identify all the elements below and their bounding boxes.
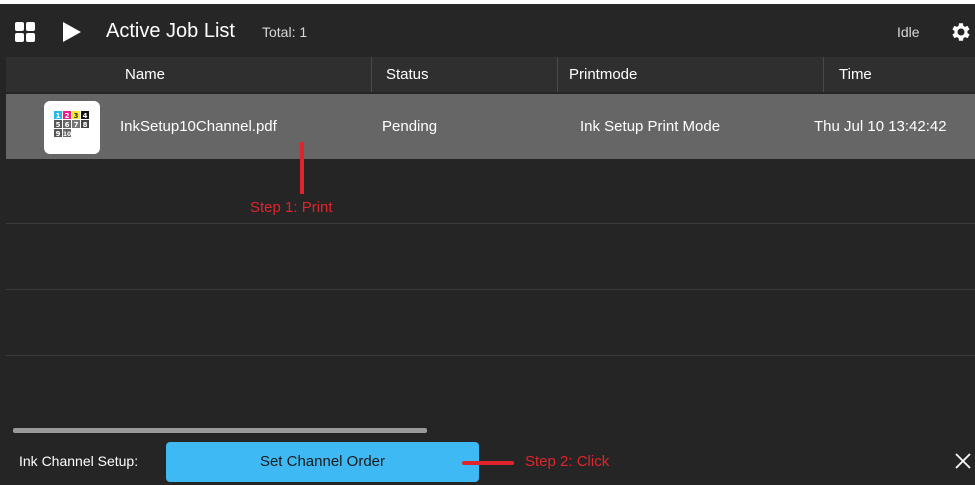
empty-row [6, 159, 975, 224]
empty-row [6, 291, 975, 356]
empty-row [6, 225, 975, 290]
job-printmode: Ink Setup Print Mode [580, 118, 721, 135]
column-header-printmode[interactable]: Printmode [569, 57, 637, 92]
ink-channel-grid-icon: 1 2 3 4 5 6 7 8 9 10 [54, 111, 89, 138]
job-thumbnail: 1 2 3 4 5 6 7 8 9 10 [44, 101, 100, 154]
svg-text:1: 1 [56, 112, 61, 120]
column-header-name[interactable]: Name [125, 57, 165, 92]
printer-status: Idle [897, 24, 920, 40]
svg-text:9: 9 [56, 130, 61, 138]
column-divider[interactable] [823, 57, 824, 92]
ink-channel-setup-label: Ink Channel Setup: [19, 453, 139, 469]
svg-text:10: 10 [63, 131, 71, 138]
annotation-arrow-step2 [462, 461, 514, 465]
svg-text:6: 6 [65, 121, 70, 129]
svg-text:5: 5 [56, 121, 61, 129]
column-header-time[interactable]: Time [839, 57, 872, 92]
svg-text:2: 2 [65, 112, 70, 120]
top-bar: Active Job List Total: 1 Idle [0, 0, 975, 60]
svg-text:3: 3 [74, 112, 79, 120]
annotation-step1: Step 1: Print [250, 199, 333, 216]
job-name: InkSetup10Channel.pdf [120, 118, 277, 135]
column-divider[interactable] [557, 57, 558, 92]
table-header: Name Status Printmode Time [6, 57, 975, 92]
app-window: Active Job List Total: 1 Idle Name Statu… [0, 0, 975, 485]
horizontal-scrollbar[interactable] [13, 428, 427, 433]
table-row[interactable]: 1 2 3 4 5 6 7 8 9 10 InkSetup10Channel.p… [6, 94, 975, 159]
job-status: Pending [382, 118, 438, 135]
column-header-status[interactable]: Status [386, 57, 429, 92]
gear-icon[interactable] [948, 20, 972, 44]
annotation-arrow-step1 [300, 142, 304, 194]
set-channel-order-button[interactable]: Set Channel Order [166, 442, 479, 482]
annotation-step2: Step 2: Click [525, 453, 610, 470]
close-icon[interactable] [954, 452, 972, 470]
svg-text:8: 8 [83, 121, 88, 129]
play-icon[interactable] [63, 22, 81, 42]
svg-text:4: 4 [83, 112, 88, 120]
job-time: Thu Jul 10 13:42:42 [814, 118, 947, 135]
column-divider[interactable] [371, 57, 372, 92]
svg-text:7: 7 [74, 121, 79, 129]
total-count: Total: 1 [262, 24, 308, 40]
grid-icon[interactable] [15, 22, 35, 42]
page-title: Active Job List [106, 20, 235, 42]
